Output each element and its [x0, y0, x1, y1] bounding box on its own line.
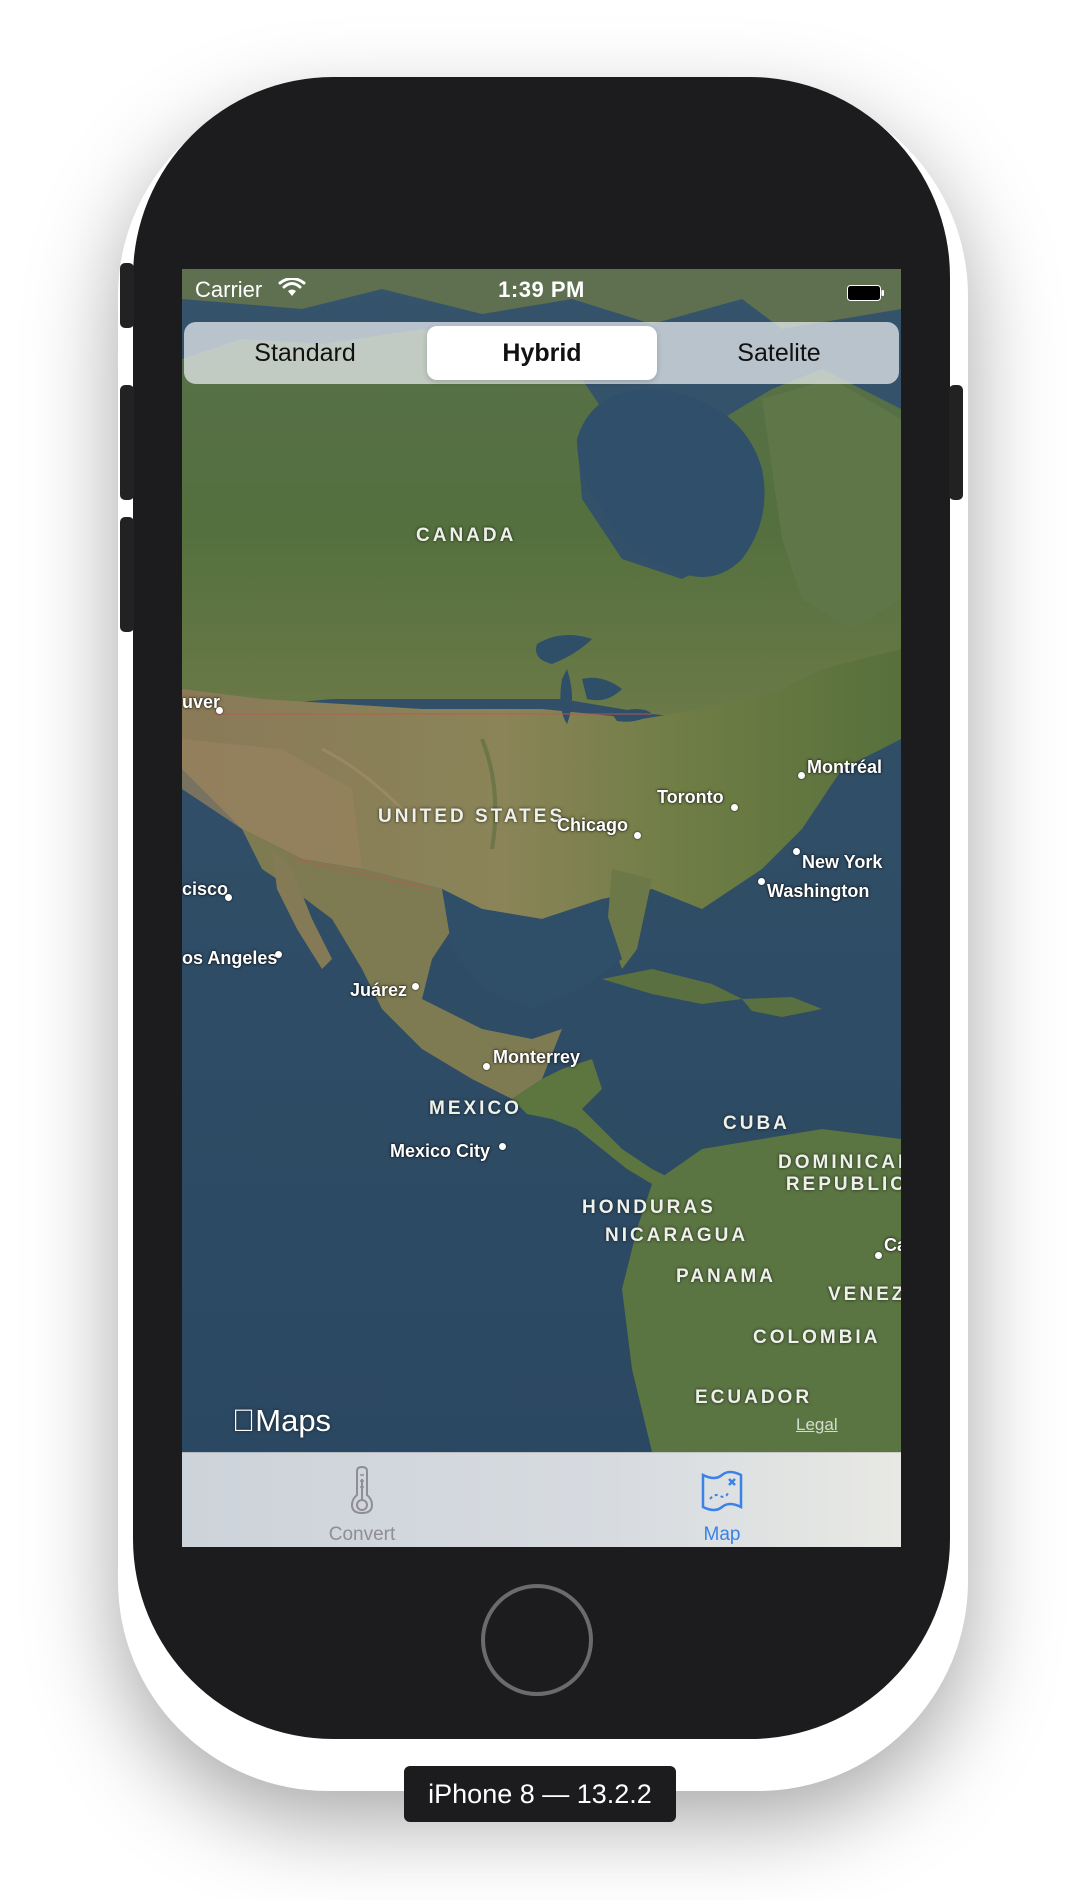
country-label-dominican-republic: DOMINICAN REPUBLIC	[778, 1152, 901, 1196]
city-dot-chicago	[634, 832, 641, 839]
country-label-panama: PANAMA	[676, 1266, 776, 1287]
city-dot-washington	[758, 878, 765, 885]
power-button	[949, 385, 963, 500]
country-label-venezuela: VENEZ	[828, 1284, 901, 1305]
status-bar: Carrier 1:39 PM	[182, 269, 901, 309]
satellite-imagery	[182, 269, 901, 1452]
city-label-toronto: Toronto	[657, 787, 724, 807]
legal-link[interactable]: Legal	[796, 1415, 838, 1435]
country-label-canada: CANADA	[416, 525, 517, 546]
city-label-washington: Washington	[767, 881, 870, 901]
country-label-mexico: MEXICO	[429, 1098, 522, 1119]
city-dot-los-angeles	[275, 951, 282, 958]
city-label-mexico-city: Mexico City	[390, 1141, 491, 1161]
map-view[interactable]: CANADA UNITED STATES MEXICO CUBA DOMINIC…	[182, 269, 901, 1452]
device-screen: CANADA UNITED STATES MEXICO CUBA DOMINIC…	[182, 269, 901, 1547]
city-label-vancouver: uver	[182, 692, 221, 712]
city-dot-monterrey	[483, 1063, 490, 1070]
city-dot-montreal	[798, 772, 805, 779]
thermometer-icon	[272, 1465, 452, 1520]
simulator-device-caption: iPhone 8 — 13.2.2	[404, 1766, 676, 1822]
city-label-montreal: Montréal	[807, 757, 883, 777]
country-label-cuba: CUBA	[723, 1113, 790, 1134]
city-dot-toronto	[731, 804, 738, 811]
country-label-ecuador: ECUADOR	[695, 1387, 813, 1408]
segment-satelite[interactable]: Satelite	[663, 326, 895, 380]
segment-standard[interactable]: Standard	[188, 326, 422, 380]
city-dot-vancouver	[216, 707, 223, 714]
tab-map-label: Map	[703, 1524, 741, 1545]
apple-logo-icon: 	[232, 1403, 255, 1438]
tab-map[interactable]: Map	[632, 1453, 812, 1547]
city-dot-san-francisco	[225, 894, 232, 901]
city-label-monterrey: Monterrey	[493, 1047, 581, 1067]
city-label-los-angeles: os Angeles	[182, 948, 278, 968]
simulator-stage: CANADA UNITED STATES MEXICO CUBA DOMINIC…	[0, 0, 1088, 1900]
volume-up-button	[120, 385, 134, 500]
silent-switch	[120, 263, 134, 328]
city-label-san-francisco: cisco	[182, 879, 229, 899]
country-label-united-states: UNITED STATES	[378, 806, 566, 827]
map-type-segmented-control: Standard Hybrid Satelite	[184, 322, 899, 384]
tab-bar: Convert Map	[182, 1452, 901, 1547]
tab-convert[interactable]: Convert	[272, 1453, 452, 1547]
city-label-caracas: Ca	[884, 1235, 901, 1255]
country-label-honduras: HONDURAS	[582, 1197, 716, 1218]
status-clock: 1:39 PM	[498, 277, 585, 302]
city-label-new-york: New York	[802, 852, 883, 872]
city-label-juarez: Juárez	[350, 980, 408, 1000]
country-label-dominican-line1: DOMINICAN	[778, 1152, 901, 1173]
map-icon	[632, 1465, 812, 1520]
maps-logo-text: Maps	[232, 1403, 331, 1438]
home-button[interactable]	[481, 1584, 593, 1696]
country-label-colombia: COLOMBIA	[753, 1327, 881, 1348]
volume-down-button	[120, 517, 134, 632]
segment-hybrid[interactable]: Hybrid	[427, 326, 657, 380]
country-label-dominican-line2: REPUBLIC	[785, 1174, 901, 1195]
city-dot-new-york	[793, 848, 800, 855]
country-label-nicaragua: NICARAGUA	[605, 1225, 749, 1246]
city-label-chicago: Chicago	[557, 815, 629, 835]
apple-maps-logo: Maps	[232, 1403, 331, 1439]
tab-convert-label: Convert	[328, 1524, 396, 1545]
city-dot-caracas	[875, 1252, 882, 1259]
city-dot-mexico-city	[499, 1143, 506, 1150]
city-dot-juarez	[412, 983, 419, 990]
battery-icon	[847, 281, 885, 301]
